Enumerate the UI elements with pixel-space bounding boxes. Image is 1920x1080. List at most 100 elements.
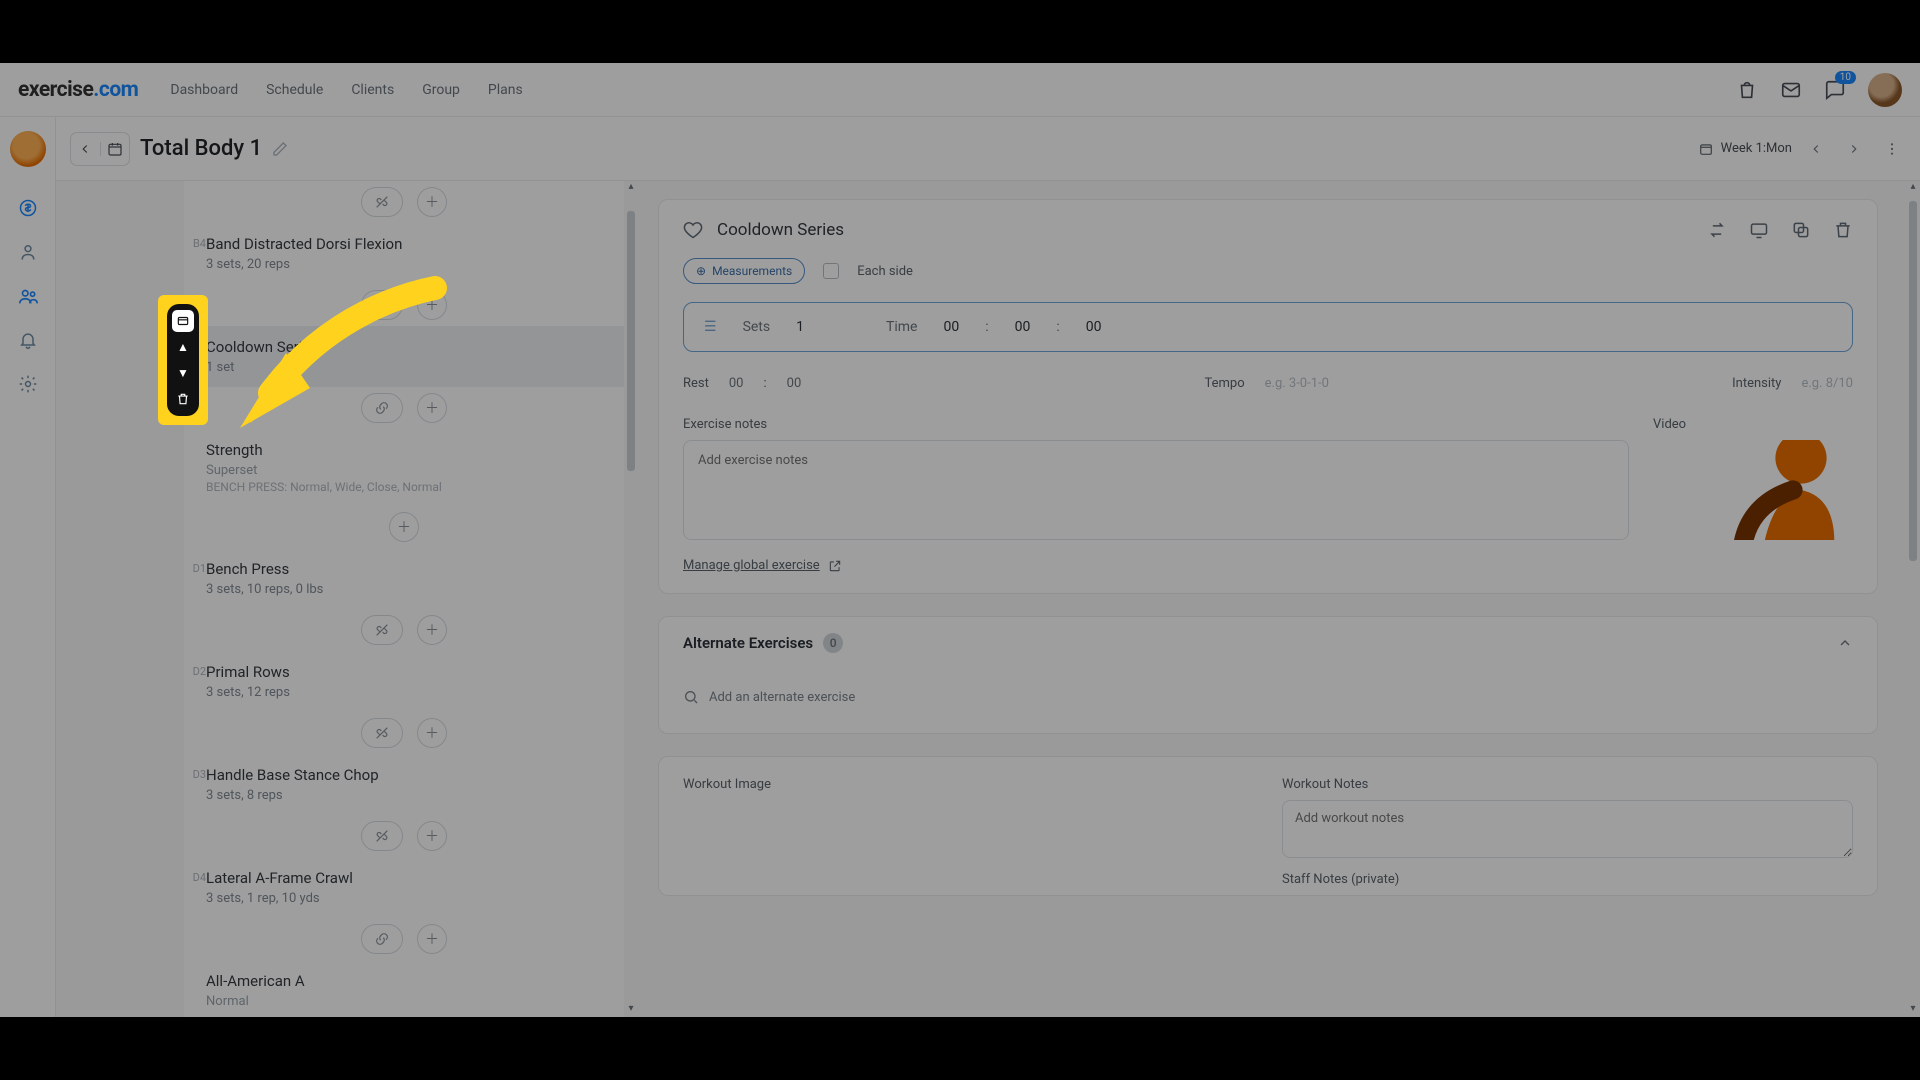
scroll-down-icon[interactable]: ▾ [624,1003,638,1017]
link-icon[interactable] [361,290,403,320]
week-selector[interactable]: Week 1:Mon [1699,141,1792,156]
primary-nav: Dashboard Schedule Clients Group Plans [170,82,522,98]
swap-icon[interactable] [1707,220,1727,240]
exercise-item-all-american[interactable]: All-American A Normal [184,960,624,1017]
toolbar-move-up-icon[interactable]: ▲ [172,336,194,358]
scroll-thumb[interactable] [627,211,635,471]
nav-dashboard[interactable]: Dashboard [170,82,238,98]
exercise-item-d3[interactable]: D3 Handle Base Stance Chop 3 sets, 8 rep… [184,754,624,815]
each-side-checkbox[interactable] [823,263,839,279]
manage-global-link[interactable]: Manage global exercise [683,558,1629,573]
sets-bar[interactable]: ☰ Sets 1 Time 00 : 00 : 00 [683,302,1853,352]
add-button[interactable]: ＋ [417,393,447,423]
add-button[interactable]: ＋ [417,718,447,748]
tempo-placeholder[interactable]: e.g. 3-0-1-0 [1265,376,1329,391]
brand-logo: exercise.com [18,78,138,102]
toolbar-card-icon[interactable] [172,310,194,332]
user-avatar[interactable] [1868,73,1902,107]
add-button[interactable]: ＋ [417,924,447,954]
link-icon[interactable] [361,393,403,423]
calendar-icon[interactable] [101,141,130,157]
link-icon[interactable] [361,924,403,954]
exercise-code: D3 [188,768,206,781]
nav-plans[interactable]: Plans [488,82,523,98]
billing-icon[interactable] [17,197,39,219]
people-icon[interactable] [17,285,39,307]
unlink-icon[interactable] [361,821,403,851]
exercise-meta: 3 sets, 10 reps, 0 lbs [206,582,606,597]
back-button[interactable] [71,142,101,156]
intensity-placeholder[interactable]: e.g. 8/10 [1801,376,1853,391]
time-m[interactable]: 00 [1015,319,1031,335]
rest-m[interactable]: 00 [729,376,744,391]
list-scrollbar[interactable]: ▴ ▾ [624,181,638,1017]
alternate-exercises-header[interactable]: Alternate Exercises 0 [659,617,1877,669]
main-scrollbar[interactable]: ▴ ▾ [1906,181,1920,1017]
exercise-meta: 3 sets, 20 reps [206,257,606,272]
add-button[interactable]: ＋ [417,615,447,645]
rest-s[interactable]: 00 [787,376,802,391]
exercise-notes-input[interactable] [683,440,1629,540]
toolbar-delete-icon[interactable] [172,388,194,410]
add-button[interactable]: ＋ [389,512,419,542]
measurements-chip[interactable]: ⊕ Measurements [683,258,805,284]
each-side-label: Each side [857,264,913,279]
prev-week-button[interactable] [1802,135,1830,163]
add-button[interactable]: ＋ [417,187,447,217]
detail-column: Cooldown Series ⊕ Measurements [638,181,1906,1017]
unlink-icon[interactable] [361,718,403,748]
person-icon[interactable] [17,241,39,263]
add-button[interactable]: ＋ [417,821,447,851]
measurements-label: Measurements [712,264,792,278]
add-button[interactable]: ＋ [417,290,447,320]
exercise-item-d4[interactable]: D4 Lateral A-Frame Crawl 3 sets, 1 rep, … [184,857,624,918]
exercise-list: ＋ B4 Band Distracted Dorsi Flexion 3 set… [184,181,624,1017]
workout-notes-input[interactable] [1282,800,1853,858]
edit-title-icon[interactable] [272,141,288,157]
exercise-meta: 3 sets, 12 reps [206,685,606,700]
app-mascot-icon[interactable] [10,131,46,167]
mail-icon[interactable] [1780,79,1802,101]
more-menu-icon[interactable] [1878,135,1906,163]
sets-label: Sets [743,319,771,335]
gear-icon[interactable] [17,373,39,395]
exercise-detail: BENCH PRESS: Normal, Wide, Close, Normal [206,480,606,494]
unlink-icon[interactable] [361,187,403,217]
scroll-up-icon[interactable]: ▴ [624,181,638,195]
exercise-code: D4 [188,871,206,884]
next-week-button[interactable] [1840,135,1868,163]
sets-value[interactable]: 1 [796,319,804,335]
mascot-large-icon [1713,440,1853,540]
exercise-item-d1[interactable]: D1 Bench Press 3 sets, 10 reps, 0 lbs [184,548,624,609]
exercise-item-d2[interactable]: D2 Primal Rows 3 sets, 12 reps [184,651,624,712]
scroll-up-icon[interactable]: ▴ [1906,181,1920,195]
copy-icon[interactable] [1791,220,1811,240]
display-icon[interactable] [1749,220,1769,240]
exercise-code: D1 [188,562,206,575]
trash-icon[interactable] [1833,220,1853,240]
add-alternate-button[interactable]: Add an alternate exercise [683,689,1853,705]
drag-handle-icon[interactable]: ☰ [704,319,717,335]
exercise-item-cooldown[interactable]: Cooldown Series 1 set [184,326,624,387]
unlink-icon[interactable] [361,615,403,645]
chat-icon[interactable]: 10 [1824,79,1846,101]
back-calendar-group [70,132,130,166]
time-s[interactable]: 00 [1086,319,1102,335]
scroll-down-icon[interactable]: ▾ [1906,1003,1920,1017]
detail-title: Cooldown Series [717,220,844,240]
search-icon [683,689,699,705]
shopping-bag-icon[interactable] [1736,79,1758,101]
heart-icon[interactable] [683,220,703,240]
video-thumbnail[interactable] [1653,440,1853,540]
exercise-item-b4[interactable]: B4 Band Distracted Dorsi Flexion 3 sets,… [184,223,624,284]
exercise-item-strength[interactable]: Strength Superset BENCH PRESS: Normal, W… [184,429,624,506]
time-h[interactable]: 00 [943,319,959,335]
toolbar-move-down-icon[interactable]: ▼ [172,362,194,384]
scroll-thumb[interactable] [1909,201,1917,561]
bell-icon[interactable] [17,329,39,351]
nav-schedule[interactable]: Schedule [266,82,323,98]
intensity-label: Intensity [1732,376,1781,391]
nav-group[interactable]: Group [422,82,460,98]
nav-clients[interactable]: Clients [351,82,394,98]
time-label: Time [886,319,917,335]
